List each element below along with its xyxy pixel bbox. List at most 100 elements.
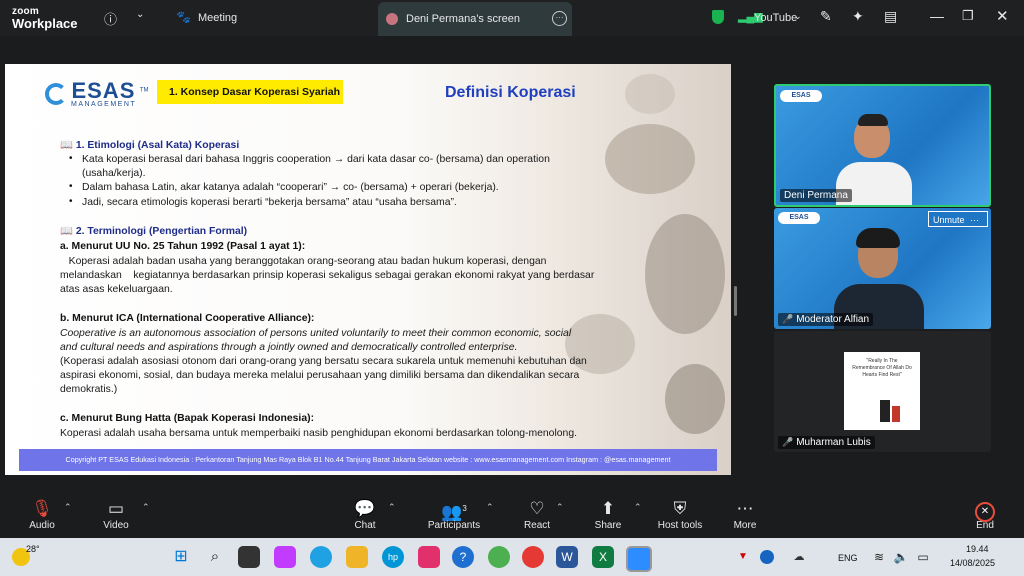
unmute-button[interactable]: Unmute ··· [928,211,988,227]
esas-logo-sub: MANAGEMENT [71,100,137,108]
chevron-up-icon[interactable]: ⌃ [388,502,396,513]
host-tools-button[interactable]: ⛨ Host tools [650,498,710,531]
participant-name: Muharman Lubis [796,437,871,448]
chevron-up-icon[interactable]: ⌃ [64,502,72,513]
decor-blot [665,364,725,434]
battery-icon[interactable]: ▭ [912,546,934,568]
share-screen-icon: ⬆ [600,499,616,518]
chevron-up-icon[interactable]: ⌃ [634,502,642,513]
tray-icon[interactable] [760,550,774,564]
wifi-icon[interactable]: ≋ [868,546,890,568]
chevron-down-icon[interactable]: ⌄ [794,11,802,22]
sparkle-icon[interactable]: ✦ [852,8,864,25]
participants-count: 3 [462,504,467,513]
bullet-text-2: Dalam bahasa Latin, akar katanya adalah … [82,182,499,193]
layout-icon[interactable]: ▤ [884,8,897,25]
tab-meeting[interactable]: Meeting [198,12,237,24]
heading-etimologi: 📖 1. Etimologi (Asal Kata) Koperasi [60,140,240,151]
more-options-icon[interactable]: ··· [552,11,567,26]
end-label: End [976,520,994,531]
excel-icon[interactable]: X [592,546,614,568]
help-icon[interactable]: ? [452,546,474,568]
bullet-text-1b: (usaha/kerja). [82,168,146,179]
chrome-profile-icon[interactable] [488,546,510,568]
clock-date[interactable]: 14/08/2025 [950,558,995,568]
shield-check-icon[interactable] [712,10,724,24]
weather-temp: 28° [26,544,40,554]
video-tile-moderator-alfian[interactable]: ESAS Unmute ··· 🎤 Moderator Alfian [774,208,991,329]
chevron-up-icon[interactable]: ⌃ [556,502,564,513]
volume-icon[interactable]: 🔈 [890,546,912,568]
edge-icon[interactable] [310,546,332,568]
annotate-pen-icon[interactable]: ✎ [820,8,832,25]
participants-icon: 👥3 [441,502,467,522]
tray-icon[interactable]: ▼ [732,546,754,568]
bullet-text-3: Jadi, secara etimologis koperasi berarti… [82,197,457,208]
chevron-up-icon[interactable]: ⌃ [142,502,150,513]
unmute-button-label: Unmute [933,215,965,225]
file-explorer-icon[interactable] [346,546,368,568]
chrome-icon[interactable] [522,546,544,568]
splitter-handle[interactable] [734,286,737,316]
section-label-box: 1. Konsep Dasar Koperasi Syariah [157,80,343,104]
tray-icon[interactable]: ☁ [788,546,810,568]
language-indicator[interactable]: ENG [838,553,858,563]
definition-b-line1: Cooperative is an autonomous association… [60,328,572,339]
copilot-icon[interactable] [274,546,296,568]
info-icon[interactable]: ⓘ [104,9,117,28]
person-hair [856,228,900,248]
bullet: • [69,181,73,192]
profile-picture-text: "Really In The Remembrance Of Allah Do H… [852,358,912,378]
more-button[interactable]: ⋯ More [715,498,775,531]
chat-button[interactable]: 💬 Chat [335,498,395,531]
definition-c-line1: Koperasi adalah usaha bersama untuk memp… [60,428,577,439]
title-bar: zoom Workplace ⓘ ⌄ 🐾 Meeting Deni Perman… [0,0,1024,36]
video-label: Video [103,520,129,531]
participant-name: Moderator Alfian [796,314,870,325]
react-label: React [523,520,551,531]
figure-left [880,400,890,422]
video-button[interactable]: ▭ Video [86,498,146,531]
instagram-icon[interactable] [418,546,440,568]
definition-a-title: a. Menurut UU No. 25 Tahun 1992 (Pasal 1… [60,241,306,252]
more-icon[interactable]: ··· [970,215,979,225]
participants-button[interactable]: 👥3 Participants [422,498,486,531]
chevron-down-icon[interactable]: ⌄ [136,9,144,20]
mic-muted-icon: 🎤 [782,437,794,447]
video-tile-deni-permana[interactable]: ESAS Deni Permana [774,84,991,207]
esas-badge: ESAS [780,90,822,102]
audio-button[interactable]: 🎙 Audio [12,498,72,531]
share-button[interactable]: ⬆ Share [578,498,638,531]
task-view-icon[interactable] [238,546,260,568]
zoom-taskbar-icon[interactable] [626,546,652,572]
more-label: More [733,520,757,531]
end-button[interactable]: ✕ End [955,498,1015,531]
chevron-up-icon[interactable]: ⌃ [486,502,494,513]
video-tile-muharman-lubis[interactable]: "Really In The Remembrance Of Allah Do H… [774,331,991,452]
search-icon[interactable]: ⌕ [204,546,226,568]
participant-name-label: 🎤 Moderator Alfian [778,313,874,326]
close-icon[interactable]: ✕ [996,7,1009,25]
word-icon[interactable]: W [556,546,578,568]
youtube-stream-label[interactable]: YouTube [754,12,797,24]
mic-muted-icon: 🎙 [31,499,53,518]
shared-screen-tab-label: Deni Permana's screen [406,13,520,25]
paw-icon: 🐾 [176,10,191,24]
minimize-icon[interactable]: — [930,8,944,24]
clock-time[interactable]: 19.44 [966,544,989,554]
more-icon: ⋯ [736,499,754,518]
definition-a-line3: atas asas kekeluargaan. [60,284,173,295]
slide-footer: Copyright PT ESAS Edukasi Indonesia : Pe… [19,449,717,471]
tab-shared-screen[interactable]: Deni Permana's screen ··· [378,2,572,36]
hp-icon[interactable]: hp [382,546,404,568]
mic-muted-icon: 🎤 [782,314,794,324]
person-hair [858,114,888,126]
restore-icon[interactable]: ❐ [962,8,974,24]
end-meeting-icon: ✕ [955,498,1015,522]
windows-start-icon[interactable]: ⊞ [170,546,192,568]
share-label: Share [594,520,622,531]
participant-name-label: Deni Permana [780,189,852,202]
presentation-slide: ESAS TM MANAGEMENT 1. Konsep Dasar Koper… [5,64,731,475]
definition-b-line2: and cultural needs and aspirations throu… [60,342,518,353]
esas-logo: ESAS TM MANAGEMENT [45,78,149,108]
